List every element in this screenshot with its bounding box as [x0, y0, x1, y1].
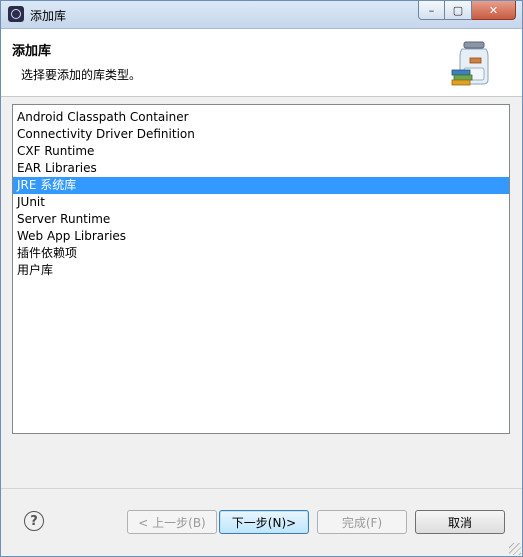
window-title: 添加库: [30, 9, 67, 23]
minimize-icon: –: [428, 3, 435, 17]
list-item[interactable]: Connectivity Driver Definition: [13, 126, 509, 143]
maximize-icon: ▢: [452, 3, 464, 17]
page-title: 添加库: [12, 44, 52, 59]
add-library-dialog: 添加库 – ▢ ✕ 添加库 选择要添加的库类型。 Android Classpa…: [0, 0, 523, 557]
next-button[interactable]: 下一步(N)>: [219, 510, 309, 534]
cancel-button[interactable]: 取消: [415, 510, 505, 534]
list-item[interactable]: Android Classpath Container: [13, 109, 509, 126]
help-button[interactable]: ?: [24, 511, 44, 531]
finish-button[interactable]: 完成(F): [317, 510, 407, 534]
library-jar-icon: [451, 41, 489, 86]
footer-divider: [1, 488, 522, 489]
close-button[interactable]: ✕: [472, 1, 516, 20]
resize-grip[interactable]: [509, 543, 521, 555]
maximize-button[interactable]: ▢: [445, 1, 472, 20]
title-bar[interactable]: 添加库 – ▢ ✕: [1, 1, 522, 29]
page-description: 选择要添加的库类型。: [21, 68, 142, 82]
list-item[interactable]: JRE 系统库: [13, 177, 509, 194]
minimize-button[interactable]: –: [418, 1, 445, 20]
back-button[interactable]: < 上一步(B): [127, 510, 217, 534]
window-controls: – ▢ ✕: [418, 1, 516, 20]
list-item[interactable]: EAR Libraries: [13, 160, 509, 177]
list-item[interactable]: Web App Libraries: [13, 228, 509, 245]
list-item[interactable]: JUnit: [13, 194, 509, 211]
eclipse-app-icon: [8, 6, 24, 22]
list-item[interactable]: Server Runtime: [13, 211, 509, 228]
wizard-banner: 添加库 选择要添加的库类型。: [1, 29, 522, 97]
list-item[interactable]: 插件依赖项: [13, 245, 509, 262]
list-item[interactable]: 用户库: [13, 262, 509, 279]
close-icon: ✕: [488, 3, 499, 17]
library-type-list[interactable]: Android Classpath Container Connectivity …: [12, 104, 510, 434]
help-icon: ?: [30, 513, 38, 529]
list-item[interactable]: CXF Runtime: [13, 143, 509, 160]
